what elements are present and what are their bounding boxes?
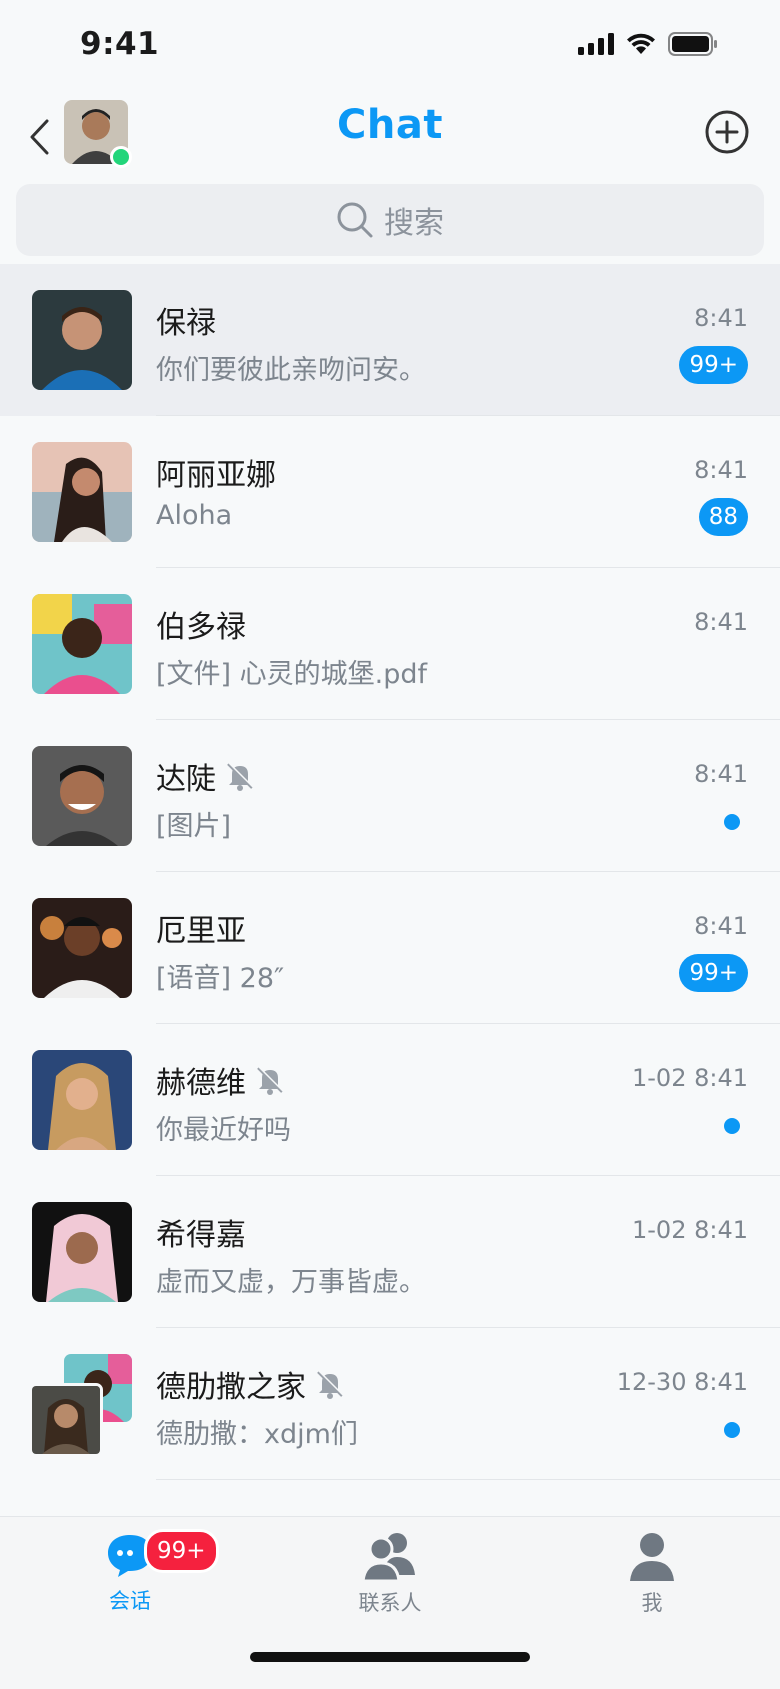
chat-row[interactable]: 伯多禄 [文件] 心灵的城堡.pdf 8:41 bbox=[0, 568, 780, 720]
chat-name: 保禄 bbox=[156, 306, 216, 341]
group-member-avatar bbox=[29, 1383, 103, 1457]
chat-row[interactable]: 赫德维 你最近好吗 1-02 8:41 bbox=[0, 1024, 780, 1176]
page-title: Chat bbox=[337, 102, 443, 148]
status-icons bbox=[578, 32, 718, 56]
chat-row[interactable]: 保禄 你们要彼此亲吻问安。 8:41 99+ bbox=[0, 264, 780, 416]
status-time: 9:41 bbox=[80, 26, 160, 62]
chat-preview: 德肋撒：xdjm们 bbox=[156, 1419, 358, 1450]
battery-icon bbox=[668, 32, 717, 56]
avatar bbox=[32, 1050, 132, 1150]
signal-icon bbox=[578, 33, 614, 55]
status-bar: 9:41 bbox=[0, 0, 780, 92]
tab-label: 会话 bbox=[109, 1589, 151, 1613]
chat-preview: Aloha bbox=[156, 500, 233, 531]
tab-bar: 会话 99+ 联系人 我 bbox=[0, 1516, 780, 1689]
avatar bbox=[32, 594, 132, 694]
unread-badge: 88 bbox=[698, 498, 748, 536]
group-avatar bbox=[29, 1354, 132, 1457]
online-status-dot bbox=[110, 146, 132, 168]
avatar bbox=[32, 290, 132, 390]
tab-chats[interactable]: 会话 99+ bbox=[50, 1529, 219, 1641]
mute-bell-icon bbox=[317, 1370, 344, 1399]
tab-contacts[interactable]: 联系人 bbox=[310, 1531, 470, 1641]
chat-name: 阿丽亚娜 bbox=[156, 458, 276, 493]
chat-row[interactable]: 厄里亚 [语音] 28″ 8:41 99+ bbox=[0, 872, 780, 1024]
home-indicator bbox=[250, 1652, 530, 1662]
avatar bbox=[32, 746, 132, 846]
chat-name: 希得嘉 bbox=[156, 1218, 246, 1253]
chat-row[interactable]: 希得嘉 虚而又虚，万事皆虚。 1-02 8:41 bbox=[0, 1176, 780, 1328]
chat-preview: [语音] 28″ bbox=[156, 963, 285, 994]
tab-label: 联系人 bbox=[358, 1591, 422, 1615]
unread-dot bbox=[724, 814, 740, 830]
chat-time: 8:41 bbox=[694, 608, 748, 636]
chat-time: 12-30 8:41 bbox=[616, 1368, 748, 1396]
chat-preview: 虚而又虚，万事皆虚。 bbox=[156, 1267, 426, 1298]
unread-dot bbox=[724, 1422, 740, 1438]
tab-unread-badge: 99+ bbox=[144, 1529, 219, 1573]
chat-name: 厄里亚 bbox=[156, 914, 246, 949]
contacts-icon bbox=[361, 1533, 415, 1581]
search-placeholder: 搜索 bbox=[384, 206, 444, 241]
chat-preview: [图片] bbox=[156, 811, 232, 842]
search-icon bbox=[337, 202, 373, 238]
chat-time: 8:41 bbox=[694, 456, 748, 484]
divider bbox=[156, 1479, 780, 1480]
tab-me[interactable]: 我 bbox=[572, 1531, 732, 1641]
search-input[interactable]: 搜索 bbox=[16, 184, 764, 256]
nav-bar: Chat bbox=[0, 92, 780, 182]
chat-name: 伯多禄 bbox=[156, 610, 246, 645]
add-button[interactable] bbox=[704, 109, 750, 155]
chat-time: 8:41 bbox=[694, 912, 748, 940]
chat-time: 8:41 bbox=[694, 304, 748, 332]
chat-preview: 你最近好吗 bbox=[156, 1115, 291, 1146]
unread-dot bbox=[724, 1118, 740, 1134]
mute-bell-icon bbox=[257, 1066, 284, 1095]
chat-time: 1-02 8:41 bbox=[632, 1064, 748, 1092]
avatar bbox=[32, 1202, 132, 1302]
chat-row[interactable]: 德肋撒之家 德肋撒：xdjm们 12-30 8:41 bbox=[0, 1328, 780, 1480]
plus-circle-icon bbox=[705, 110, 749, 154]
person-icon bbox=[630, 1533, 674, 1581]
chat-name: 德肋撒之家 bbox=[156, 1362, 346, 1406]
chat-time: 1-02 8:41 bbox=[632, 1216, 748, 1244]
unread-badge: 99+ bbox=[679, 346, 748, 384]
wifi-icon bbox=[627, 33, 655, 54]
unread-badge: 99+ bbox=[679, 954, 748, 992]
avatar bbox=[32, 898, 132, 998]
chat-name: 达陡 bbox=[156, 754, 256, 798]
chat-row[interactable]: 阿丽亚娜 Aloha 8:41 88 bbox=[0, 416, 780, 568]
chat-name: 赫德维 bbox=[156, 1058, 286, 1102]
chat-time: 8:41 bbox=[694, 760, 748, 788]
chat-preview: 你们要彼此亲吻问安。 bbox=[156, 355, 426, 386]
chat-preview: [文件] 心灵的城堡.pdf bbox=[156, 659, 428, 690]
mute-bell-icon bbox=[227, 762, 254, 791]
chat-list: 保禄 你们要彼此亲吻问安。 8:41 99+ 阿丽亚娜 Aloha 8:41 8… bbox=[0, 264, 780, 1480]
tab-label: 我 bbox=[641, 1591, 663, 1615]
avatar bbox=[32, 442, 132, 542]
chat-row[interactable]: 达陡 [图片] 8:41 bbox=[0, 720, 780, 872]
